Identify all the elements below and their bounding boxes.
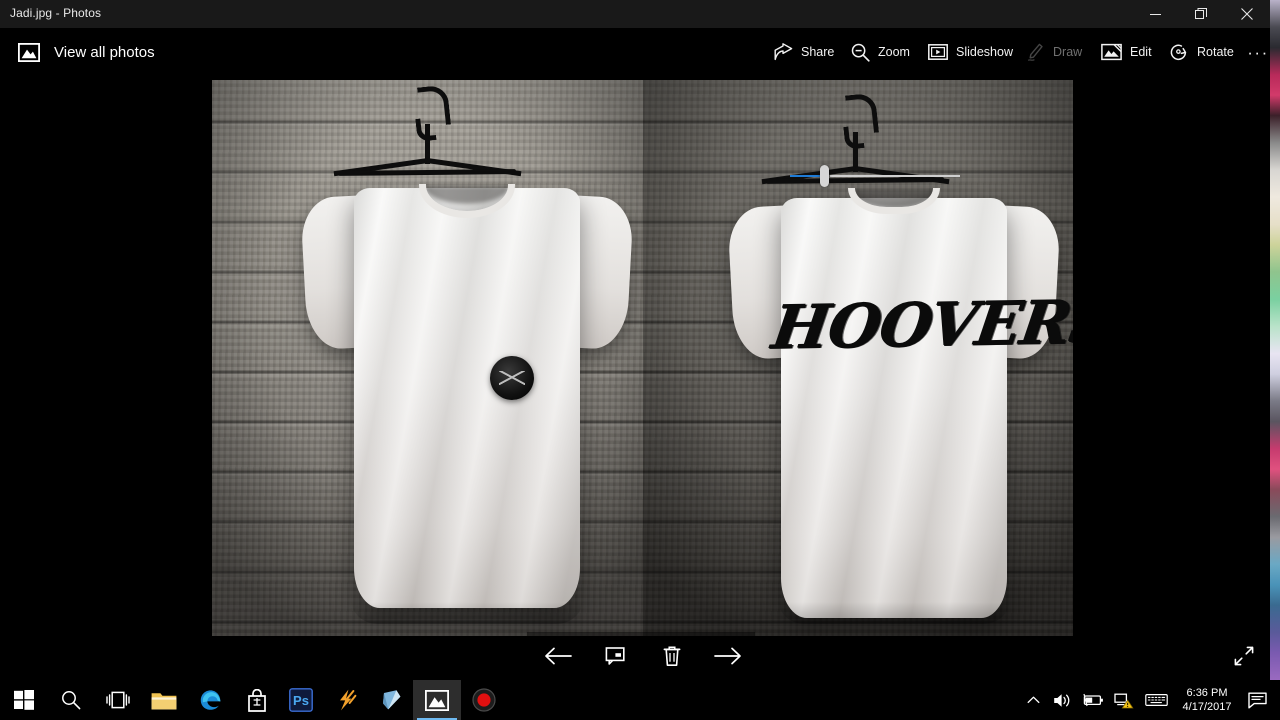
zoom-button[interactable]: Zoom (842, 28, 919, 76)
store-icon[interactable] (233, 680, 281, 720)
arrow-left-icon (544, 646, 572, 666)
ellipsis-icon: ··· (1247, 42, 1269, 62)
zoom-slider-thumb[interactable] (820, 165, 829, 187)
arrow-right-icon (714, 646, 742, 666)
edit-label: Edit (1130, 45, 1152, 59)
zoom-label: Zoom (878, 45, 910, 59)
blue-app-icon[interactable] (368, 680, 416, 720)
zoom-slider-fill (790, 175, 823, 177)
search-icon[interactable] (47, 680, 95, 720)
zoom-slider[interactable] (790, 165, 960, 187)
windows-taskbar: Ps 6:36 PM 4/17/2017 (0, 680, 1280, 720)
comment-icon (604, 646, 626, 666)
clock-button[interactable]: 6:36 PM 4/17/2017 (1176, 680, 1238, 720)
photos-icon[interactable] (413, 680, 461, 720)
view-all-photos-button[interactable]: View all photos (8, 28, 165, 76)
edit-button[interactable]: Edit (1092, 28, 1161, 76)
tray-time: 6:36 PM (1186, 687, 1228, 700)
close-button[interactable] (1224, 0, 1270, 28)
battery-icon[interactable] (1079, 680, 1107, 720)
volume-icon[interactable] (1048, 680, 1076, 720)
network-warning-icon[interactable] (1110, 680, 1138, 720)
desktop-wallpaper-strip (1270, 0, 1280, 680)
tray-date: 4/17/2017 (1182, 700, 1232, 713)
action-center-icon[interactable] (1240, 680, 1274, 720)
minimize-button[interactable] (1132, 0, 1178, 28)
slideshow-button[interactable]: Slideshow (919, 28, 1022, 76)
start-button[interactable] (0, 680, 48, 720)
window-titlebar: Jadi.jpg - Photos (0, 0, 1270, 28)
slideshow-label: Slideshow (956, 45, 1013, 59)
share-label: Share (801, 45, 835, 59)
expand-icon (1234, 646, 1254, 666)
slideshow-icon (928, 44, 948, 60)
svg-text:Ps: Ps (293, 693, 309, 708)
file-explorer-icon[interactable] (140, 680, 188, 720)
photo-bottom-toolbar (0, 632, 1270, 680)
zoom-slider-track (830, 175, 960, 177)
next-photo-button[interactable] (701, 632, 755, 680)
previous-photo-button[interactable] (531, 632, 585, 680)
add-comment-button[interactable] (588, 632, 642, 680)
photo-left-panel (212, 80, 643, 636)
pen-icon (1027, 43, 1045, 62)
photo-image[interactable]: HOOVERS (212, 80, 1073, 636)
back-print-text: HOOVERS (767, 287, 1073, 363)
photos-app-window: Jadi.jpg - Photos View all photos Share … (0, 0, 1270, 680)
tshirt-front (300, 162, 634, 624)
task-view-icon[interactable] (94, 680, 142, 720)
command-bar: View all photos Share Zoom Slideshow Dra… (0, 28, 1270, 76)
edge-icon[interactable] (187, 680, 235, 720)
photoshop-icon[interactable]: Ps (277, 680, 325, 720)
share-icon (774, 43, 793, 61)
window-title: Jadi.jpg - Photos (10, 6, 102, 20)
chest-logo-patch (490, 356, 534, 400)
more-options-button[interactable]: ··· (1243, 28, 1270, 76)
photo-right-panel: HOOVERS (643, 80, 1073, 636)
fullscreen-button[interactable] (1222, 632, 1266, 680)
rotate-label: Rotate (1197, 45, 1234, 59)
trash-icon (662, 645, 682, 667)
magnifier-minus-icon (851, 43, 870, 62)
edit-image-icon (1101, 43, 1122, 61)
share-button[interactable]: Share (765, 28, 843, 76)
record-icon[interactable] (460, 680, 508, 720)
view-all-photos-label: View all photos (54, 43, 155, 61)
picture-icon (18, 42, 40, 62)
tshirt-back: HOOVERS (727, 172, 1073, 624)
flash-icon[interactable] (323, 680, 371, 720)
rotate-icon (1169, 43, 1189, 62)
rotate-button[interactable]: Rotate (1160, 28, 1243, 76)
delete-photo-button[interactable] (645, 632, 699, 680)
photo-viewer-canvas[interactable]: HOOVERS (0, 76, 1270, 680)
draw-button[interactable]: Draw (1018, 28, 1091, 76)
draw-label: Draw (1053, 45, 1083, 59)
maximize-restore-button[interactable] (1178, 0, 1224, 28)
show-hidden-icons-button[interactable] (1020, 680, 1046, 720)
keyboard-icon[interactable] (1141, 680, 1171, 720)
